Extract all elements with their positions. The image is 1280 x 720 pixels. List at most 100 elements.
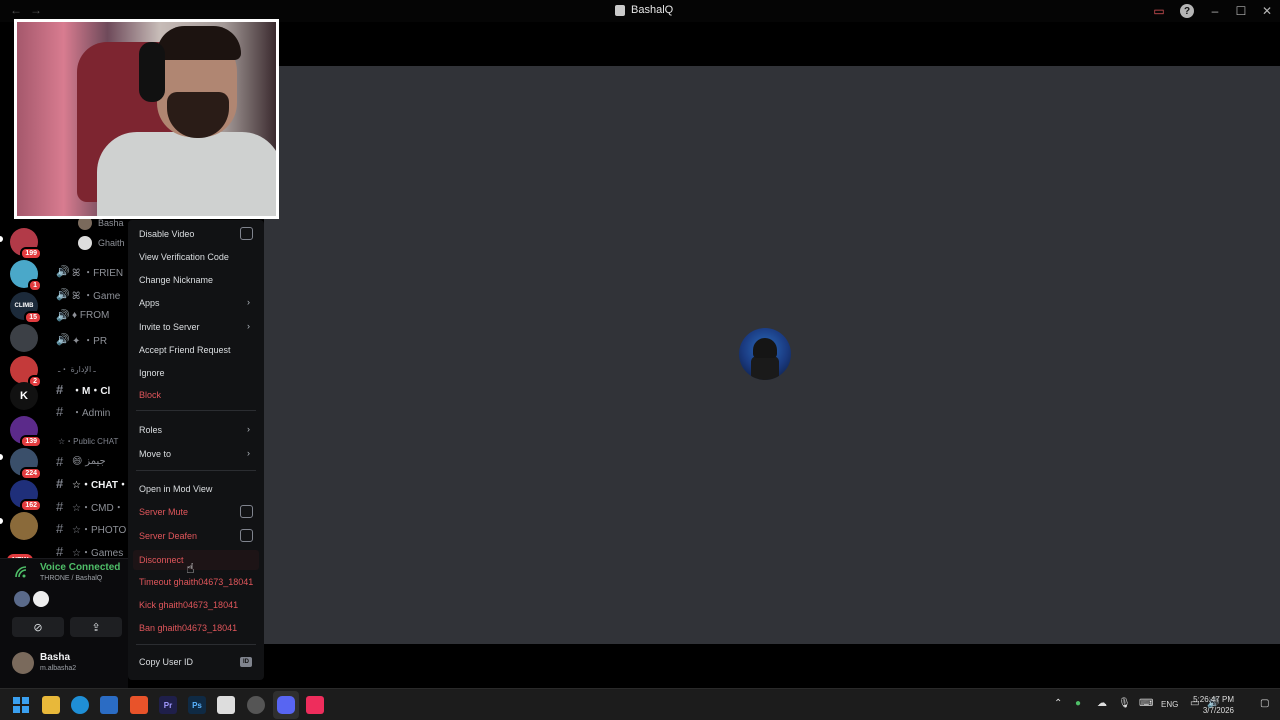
server-label: K <box>20 390 28 402</box>
voice-channel[interactable]: 🔊 ✦ ・PR <box>56 332 107 347</box>
text-channel[interactable]: # ・M・Cl <box>56 382 110 397</box>
channel-label: ꕤ ・FRIEN <box>72 268 124 279</box>
snipping-icon[interactable] <box>217 696 235 714</box>
notification-icon[interactable]: ▢ <box>1260 698 1269 709</box>
tray-app-icon[interactable]: ● <box>1075 698 1081 709</box>
menu-item-server-deafen[interactable]: Server Deafen <box>139 531 197 541</box>
unread-pill <box>0 236 3 242</box>
user-tag[interactable]: m.albasha2 <box>40 665 76 672</box>
text-channel[interactable]: # ☆・CMD・ <box>56 499 124 514</box>
server-icon[interactable]: 224 <box>10 448 42 480</box>
clock-date: 3/7/2026 <box>1202 706 1234 715</box>
brave-icon[interactable] <box>130 696 148 714</box>
menu-item-move-to[interactable]: Move to <box>139 449 171 459</box>
text-channel[interactable]: # ・Admin <box>56 404 110 419</box>
disable-video-checkbox[interactable] <box>240 227 253 240</box>
nav-arrows[interactable]: ←→ <box>10 3 50 17</box>
file-explorer-icon[interactable] <box>42 696 60 714</box>
server-icon[interactable]: K <box>10 382 38 410</box>
menu-item-copy-user-id[interactable]: Copy User ID <box>139 657 193 667</box>
menu-item-kick[interactable]: Kick ghaith04673_18041 <box>139 600 238 610</box>
menu-item-accept-friend-request[interactable]: Accept Friend Request <box>139 345 231 355</box>
microphone-icon[interactable]: 🎙 <box>1118 698 1131 709</box>
menu-item-timeout[interactable]: Timeout ghaith04673_18041 <box>139 577 253 587</box>
voice-channel-path[interactable]: THRONE / BashalQ <box>40 575 102 582</box>
edge-icon[interactable] <box>71 696 89 714</box>
help-icon[interactable]: ? <box>1180 4 1194 18</box>
premiere-icon[interactable]: Pr <box>159 696 177 714</box>
channel-label: ☆・PHOTO <box>72 525 127 536</box>
category-public[interactable]: ☆・Public CHAT <box>58 436 118 447</box>
id-icon: ID <box>240 657 252 667</box>
onedrive-icon[interactable]: ☁ <box>1097 698 1107 709</box>
server-icon[interactable]: 162 <box>10 480 42 512</box>
keyboard-icon[interactable]: ⌨ <box>1139 698 1153 709</box>
menu-item-open-in-mod-view[interactable]: Open in Mod View <box>139 484 212 494</box>
screen-share-icon[interactable]: ▭ <box>1146 0 1172 22</box>
windows-start-icon[interactable] <box>12 696 30 714</box>
text-channel[interactable]: # ☆・Games <box>56 544 123 558</box>
avatar[interactable] <box>33 591 49 607</box>
window-title-text: BashalQ <box>631 4 674 16</box>
window-title: BashalQ <box>615 4 673 16</box>
unread-badge: 139 <box>20 435 42 448</box>
menu-item-invite-to-server[interactable]: Invite to Server <box>139 322 200 332</box>
menu-item-server-mute[interactable]: Server Mute <box>139 507 188 517</box>
voice-user[interactable]: Ghaith <box>78 236 125 250</box>
server-mute-checkbox[interactable] <box>240 505 253 518</box>
minimize-button[interactable]: – <box>1202 0 1228 22</box>
menu-item-change-nickname[interactable]: Change Nickname <box>139 275 213 285</box>
voice-channel[interactable]: 🔊 ꕤ ・Game <box>56 287 120 302</box>
hash-icon: # <box>56 454 64 469</box>
store-icon[interactable] <box>100 696 118 714</box>
hash-icon: # <box>56 476 64 491</box>
unread-pill <box>0 454 3 460</box>
channel-label: ✦ ・PR <box>72 336 108 347</box>
menu-item-apps[interactable]: Apps <box>139 298 160 308</box>
maximize-button[interactable]: ☐ <box>1228 0 1254 22</box>
user-panel: Basha m.albasha2 <box>0 644 128 688</box>
menu-item-disable-video[interactable]: Disable Video <box>139 229 194 239</box>
speaker-icon: 🔊 <box>56 289 70 301</box>
server-deafen-checkbox[interactable] <box>240 529 253 542</box>
avatar[interactable] <box>14 591 30 607</box>
text-channel[interactable]: # ☆・PHOTO <box>56 521 126 536</box>
chrome-icon[interactable] <box>247 696 265 714</box>
voice-channel[interactable]: 🔊 ♦ FROM <box>56 309 109 322</box>
text-channel[interactable]: # ☆・CHAT・ <box>56 476 128 491</box>
tiktok-icon[interactable] <box>306 696 324 714</box>
chevron-up-icon[interactable]: ⌃ <box>1054 698 1062 709</box>
participant-avatar[interactable] <box>739 328 791 380</box>
voice-channel[interactable]: 🔊 ꕤ ・FRIEN <box>56 264 123 279</box>
server-icon[interactable]: 199 <box>10 228 42 260</box>
category-admin[interactable]: ـ الإدارة ・ـ <box>58 364 96 375</box>
avatar[interactable] <box>12 652 34 674</box>
server-icon[interactable] <box>10 324 38 352</box>
discord-icon[interactable] <box>277 696 295 714</box>
menu-item-ignore[interactable]: Ignore <box>139 368 165 378</box>
voice-status[interactable]: Voice Connected <box>40 562 120 573</box>
menu-item-block[interactable]: Block <box>139 390 161 400</box>
language-indicator[interactable]: ENG <box>1161 700 1178 709</box>
close-button[interactable]: ✕ <box>1254 0 1280 22</box>
server-icon[interactable]: 139 <box>10 416 42 448</box>
menu-item-roles[interactable]: Roles <box>139 425 162 435</box>
back-arrow-icon[interactable]: ← <box>10 3 30 17</box>
user-name[interactable]: Basha <box>40 652 70 663</box>
server-icon[interactable]: CLIMB 15 <box>10 292 42 324</box>
channel-label: ☆・CMD・ <box>72 503 124 514</box>
video-off-button[interactable]: ⊘ <box>12 617 64 637</box>
server-icon[interactable]: 2 <box>10 356 42 388</box>
signal-icon[interactable] <box>14 565 32 583</box>
server-icon[interactable]: 1 <box>10 260 42 292</box>
photoshop-icon[interactable]: Ps <box>188 696 206 714</box>
share-screen-button[interactable]: ⇪ <box>70 617 122 637</box>
clock[interactable]: 5:26:47 PM 3/7/2026 <box>1193 694 1234 716</box>
menu-item-view-verification-code[interactable]: View Verification Code <box>139 252 229 262</box>
server-icon[interactable] <box>10 512 38 540</box>
forward-arrow-icon[interactable]: → <box>30 3 50 17</box>
menu-item-disconnect[interactable]: Disconnect <box>139 555 184 565</box>
menu-item-ban[interactable]: Ban ghaith04673_18041 <box>139 623 237 633</box>
text-channel[interactable]: # 😄 جيمز <box>56 454 106 469</box>
menu-separator <box>136 644 256 645</box>
